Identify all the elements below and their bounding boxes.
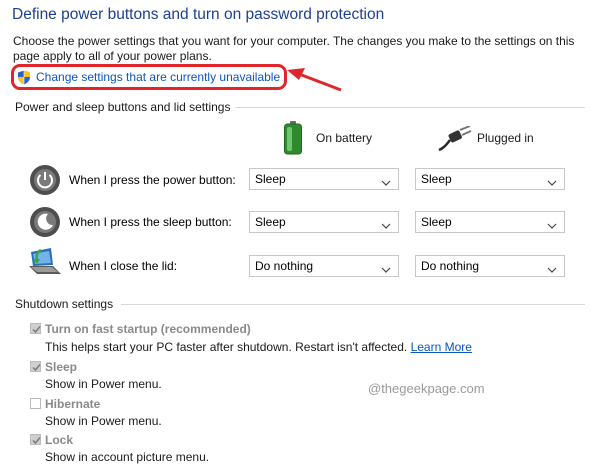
change-settings-label: Change settings that are currently unava…	[36, 70, 281, 84]
hibernate-option-desc: Show in Power menu.	[45, 414, 162, 428]
power-button-plugged-select[interactable]: Sleep	[415, 168, 565, 190]
watermark-text: @thegeekpage.com	[368, 381, 485, 396]
close-lid-battery-value: Do nothing	[255, 259, 314, 273]
lock-option-title: Lock	[45, 433, 74, 447]
laptop-lid-icon	[27, 248, 63, 281]
hibernate-checkbox[interactable]	[30, 398, 41, 409]
close-lid-plugged-value: Do nothing	[421, 259, 480, 273]
chevron-down-icon	[381, 217, 391, 237]
chevron-down-icon	[381, 174, 391, 194]
sleep-button-label: When I press the sleep button:	[69, 215, 232, 229]
shield-icon	[17, 70, 31, 88]
learn-more-link[interactable]: Learn More	[411, 340, 472, 354]
plugged-in-header: Plugged in	[477, 131, 534, 145]
on-battery-header: On battery	[316, 131, 373, 145]
red-arrow-icon	[285, 66, 345, 99]
sleep-button-battery-value: Sleep	[255, 215, 286, 229]
fast-startup-title: Turn on fast startup (recommended)	[45, 322, 251, 336]
battery-icon	[283, 121, 303, 158]
shutdown-section-label: Shutdown settings	[15, 297, 114, 311]
sleep-button-battery-select[interactable]: Sleep	[249, 211, 399, 233]
chevron-down-icon	[547, 261, 557, 281]
sleep-button-plugged-value: Sleep	[421, 215, 452, 229]
chevron-down-icon	[547, 174, 557, 194]
fast-startup-desc-text: This helps start your PC faster after sh…	[45, 340, 408, 354]
close-lid-plugged-select[interactable]: Do nothing	[415, 255, 565, 277]
power-button-label: When I press the power button:	[69, 173, 236, 187]
lock-option-desc: Show in account picture menu.	[45, 450, 210, 464]
power-button-icon	[29, 164, 61, 199]
intro-text: Choose the power settings that you want …	[13, 34, 575, 63]
chevron-down-icon	[381, 261, 391, 281]
close-lid-battery-select[interactable]: Do nothing	[249, 255, 399, 277]
power-button-plugged-value: Sleep	[421, 172, 452, 186]
lock-checkbox[interactable]	[30, 434, 41, 445]
power-button-battery-value: Sleep	[255, 172, 286, 186]
power-section-divider	[235, 107, 585, 108]
fast-startup-checkbox[interactable]	[30, 323, 41, 334]
sleep-button-icon	[29, 206, 61, 241]
sleep-checkbox[interactable]	[30, 361, 41, 372]
plug-icon	[438, 125, 472, 155]
power-button-battery-select[interactable]: Sleep	[249, 168, 399, 190]
power-section-label: Power and sleep buttons and lid settings	[15, 100, 231, 114]
shutdown-section-divider	[121, 304, 585, 305]
sleep-option-desc: Show in Power menu.	[45, 377, 162, 391]
sleep-option-title: Sleep	[45, 360, 78, 374]
sleep-button-plugged-select[interactable]: Sleep	[415, 211, 565, 233]
close-lid-label: When I close the lid:	[69, 259, 178, 273]
chevron-down-icon	[547, 217, 557, 237]
change-settings-link[interactable]: Change settings that are currently unava…	[11, 64, 287, 90]
page-title: Define power buttons and turn on passwor…	[12, 6, 385, 23]
fast-startup-desc: This helps start your PC faster after sh…	[45, 340, 472, 354]
hibernate-option-title: Hibernate	[45, 397, 101, 411]
